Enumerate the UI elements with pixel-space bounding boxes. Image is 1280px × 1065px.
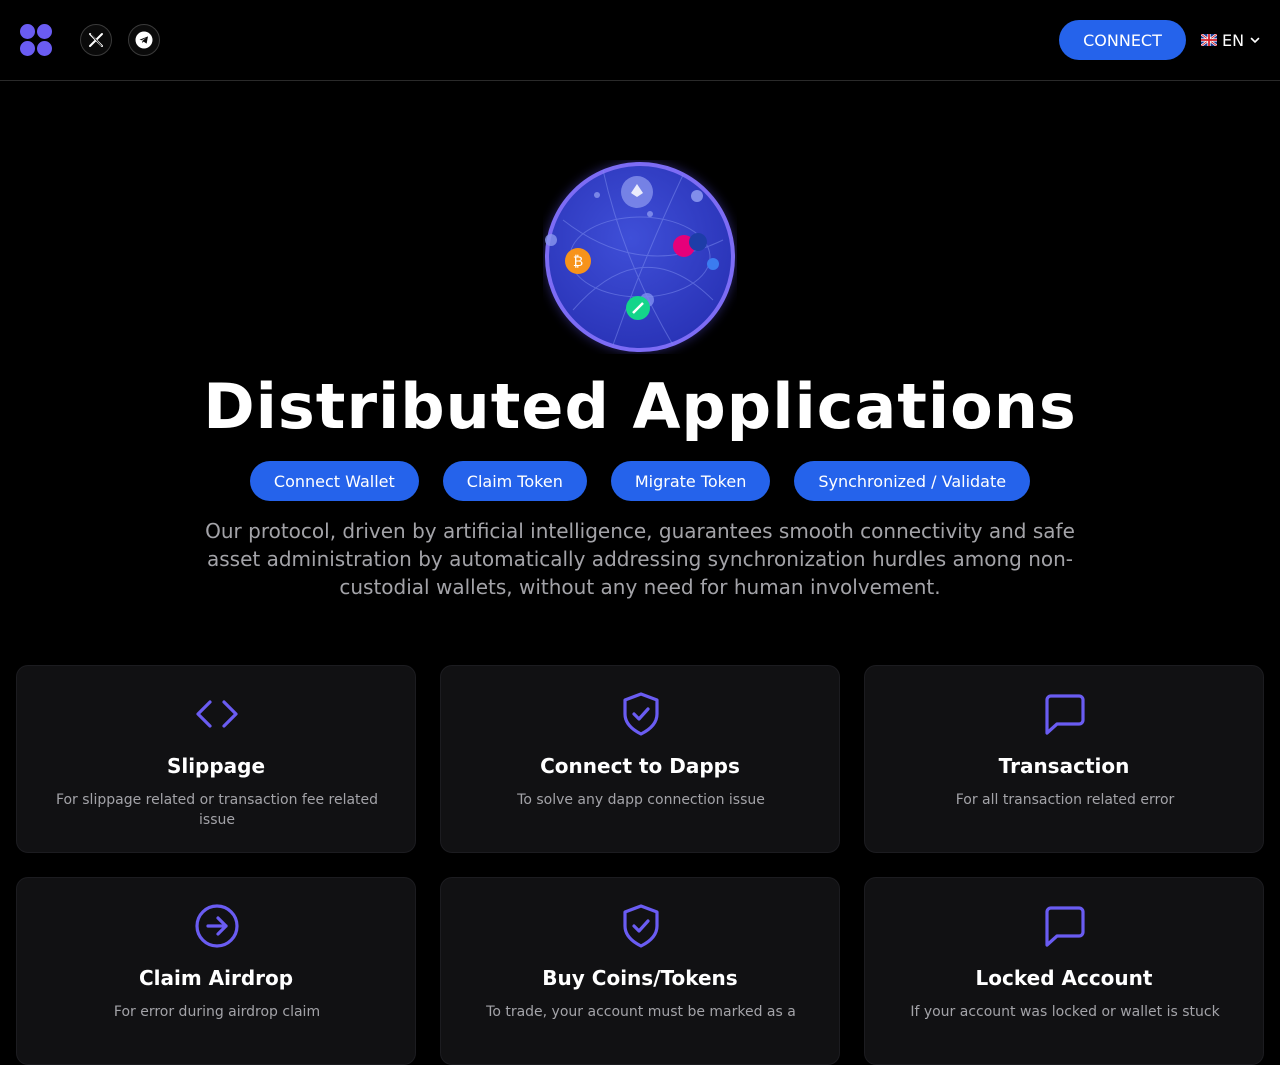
logo-icon[interactable] <box>20 24 52 56</box>
shield-check-icon <box>617 902 665 950</box>
connect-button[interactable]: CONNECT <box>1059 20 1186 60</box>
card-description: To solve any dapp connection issue <box>517 792 765 808</box>
card-title: Connect to Dapps <box>540 754 740 778</box>
chevron-down-icon <box>1250 37 1260 44</box>
card-title: Slippage <box>166 754 266 778</box>
synchronized-validate-button[interactable]: Synchronized / Validate <box>794 461 1031 501</box>
card-description: For all transaction related error <box>955 792 1175 808</box>
top-navbar: CONNECT EN <box>0 0 1280 81</box>
card-title: Transaction <box>998 754 1130 778</box>
hero-title: Distributed Applications <box>203 370 1077 443</box>
language-selector[interactable]: EN <box>1201 29 1261 51</box>
message-icon <box>1041 902 1089 950</box>
card-transaction[interactable]: Transaction For all transaction related … <box>864 665 1264 853</box>
card-description: If your account was locked or wallet is … <box>910 1004 1220 1020</box>
telegram-link[interactable] <box>128 24 160 56</box>
card-slippage[interactable]: Slippage For slippage related or transac… <box>16 665 416 853</box>
card-connect-to-dapps[interactable]: Connect to Dapps To solve any dapp conne… <box>440 665 840 853</box>
claim-token-button[interactable]: Claim Token <box>442 461 587 501</box>
card-buy-coins-tokens[interactable]: Buy Coins/Tokens To trade, your account … <box>440 877 840 1065</box>
card-description: For error during airdrop claim <box>113 1004 321 1020</box>
telegram-icon <box>135 31 153 49</box>
shield-check-icon <box>617 690 665 738</box>
card-description: For slippage related or transaction fee … <box>55 792 379 828</box>
card-title: Locked Account <box>975 966 1153 990</box>
code-icon <box>193 690 241 738</box>
uk-flag-icon <box>1201 34 1217 46</box>
crypto-globe-illustration: ₿ <box>543 160 737 354</box>
connect-wallet-button[interactable]: Connect Wallet <box>249 461 419 501</box>
hero-description: Our protocol, driven by artificial intel… <box>205 519 1075 599</box>
card-claim-airdrop[interactable]: Claim Airdrop For error during airdrop c… <box>16 877 416 1065</box>
x-twitter-link[interactable] <box>80 24 112 56</box>
card-title: Buy Coins/Tokens <box>542 966 738 990</box>
card-title: Claim Airdrop <box>138 966 294 990</box>
migrate-token-button[interactable]: Migrate Token <box>610 461 771 501</box>
svg-text:₿: ₿ <box>573 254 583 270</box>
x-icon <box>89 33 103 47</box>
card-locked-account[interactable]: Locked Account If your account was locke… <box>864 877 1264 1065</box>
message-icon <box>1041 690 1089 738</box>
arrow-right-circle-icon <box>193 902 241 950</box>
action-pill-row: Connect Wallet Claim Token Migrate Token… <box>0 461 1280 501</box>
card-description: To trade, your account must be marked as… <box>486 1004 796 1020</box>
language-label: EN <box>1222 30 1245 50</box>
